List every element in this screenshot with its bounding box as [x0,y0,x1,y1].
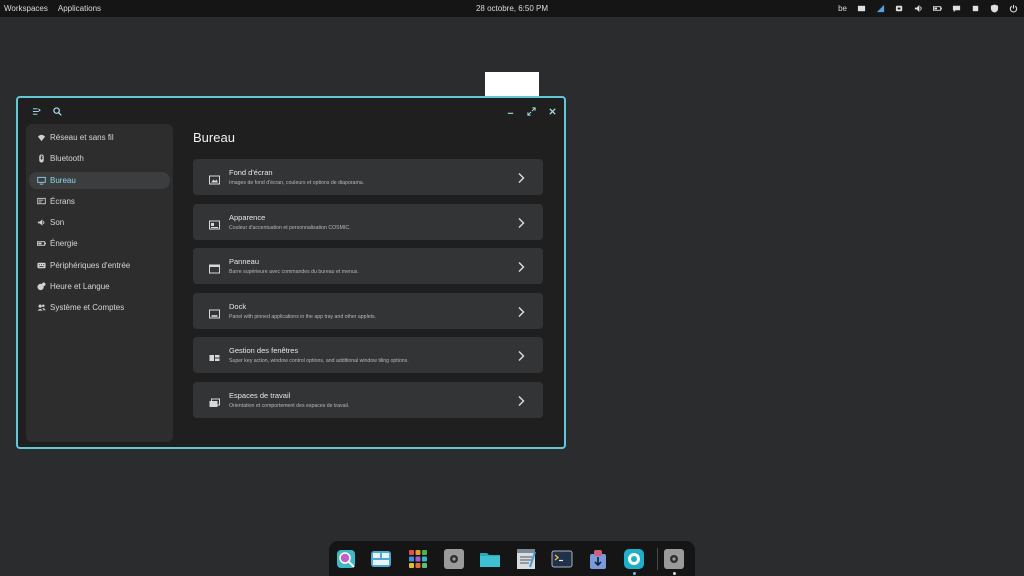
sidebar-item-label: Son [50,218,65,228]
running-indicator [673,572,676,575]
chevron-right-icon [517,216,525,228]
battery-icon[interactable] [932,4,942,14]
chevron-right-icon [517,349,525,361]
desktop-icon [36,175,46,185]
card-subtitle: Images de fond d'écran, couleurs et opti… [229,180,365,186]
sidebar-toggle-icon[interactable] [30,105,42,117]
sidebar-item-bluetooth[interactable]: Bluetooth [29,150,170,167]
sidebar-item-label: Réseau et sans fil [50,133,114,142]
network-signal-icon[interactable] [875,4,885,14]
chevron-right-icon [517,305,525,317]
chevron-right-icon [517,394,525,406]
notifications-icon[interactable] [894,4,904,14]
maximize-icon[interactable] [525,105,537,117]
settings-icon[interactable] [443,548,465,570]
display-icon[interactable] [856,4,866,14]
dock [329,541,695,576]
card-title: Dock [229,301,247,311]
terminal-icon[interactable] [551,548,573,570]
sidebar-item-label: Bureau [50,175,76,185]
chevron-right-icon [517,171,525,183]
card-title: Apparence [229,212,266,222]
text-editor-icon[interactable] [515,548,537,570]
card-subtitle: Barre supérieure avec commandes du burea… [229,269,359,275]
dock-icon [209,306,220,318]
sidebar-item-label: Périphériques d'entrée [50,260,131,270]
store-icon[interactable] [587,548,609,570]
chat-icon[interactable] [951,4,961,14]
top-panel: Workspaces Applications 28 octobre, 6:50… [0,0,1024,17]
dock-separator [657,548,658,570]
cosmic-settings-icon[interactable] [623,548,645,570]
sidebar-item-input-devices[interactable]: Périphériques d'entrée [29,257,170,274]
sidebar-item-label: Système et Comptes [50,303,125,313]
wallpaper-icon [209,172,220,185]
card-subtitle: Couleur d'accentuation et personnalisati… [229,224,351,231]
sidebar-item-displays[interactable]: Écrans [29,193,170,210]
sidebar-item-time-language[interactable]: Heure et Langue [29,278,170,295]
users-icon [36,303,46,313]
card-subtitle: Panel with pinned applications in the ap… [229,313,377,320]
settings-window: Réseau et sans fil Bluetooth Bureau Écra… [16,96,566,449]
files-icon[interactable] [479,548,501,570]
card-title: Gestion des fenêtres [229,346,299,355]
card-subtitle: Super key action, window control options… [229,358,409,364]
settings-card-appearance[interactable]: Apparence Couleur d'accentuation et pers… [193,203,543,240]
keyboard-icon [36,260,46,270]
settings-sidebar: Réseau et sans fil Bluetooth Bureau Écra… [26,124,173,442]
settings-card-dock[interactable]: Dock Panel with pinned applications in t… [193,292,543,329]
sidebar-item-desktop[interactable]: Bureau [29,171,170,189]
panel-icon [209,261,220,274]
search-icon[interactable] [51,105,63,117]
settings-card-workspaces[interactable]: Espaces de travail Orientation et compor… [193,381,543,418]
shield-icon[interactable] [989,4,999,14]
card-title: Espaces de travail [229,390,291,400]
clock-language-icon [36,282,46,292]
keyboard-layout-indicator[interactable]: be [838,4,847,13]
displays-icon [36,196,46,206]
sidebar-item-sound[interactable]: Son [29,214,170,231]
sidebar-item-system-accounts[interactable]: Système et Comptes [29,299,170,316]
page-title: Bureau [193,130,235,145]
appearance-icon [209,217,220,229]
sidebar-item-power[interactable]: Énergie [29,235,170,252]
white-window-fragment [485,72,539,97]
sidebar-item-label: Écrans [50,196,75,206]
settings-running-icon[interactable] [663,548,685,570]
sound-icon [36,218,46,228]
settings-card-panel[interactable]: Panneau Barre supérieure avec commandes … [193,248,543,284]
sidebar-item-network[interactable]: Réseau et sans fil [29,129,170,146]
window-header [18,98,564,124]
card-title: Fond d'écran [229,168,273,177]
volume-icon[interactable] [913,4,923,14]
minimize-icon[interactable] [504,105,516,117]
bluetooth-icon [36,154,46,164]
wifi-icon [36,133,46,143]
sidebar-item-label: Énergie [50,239,78,249]
battery-icon [36,239,46,249]
active-indicator [633,572,636,575]
workspaces-overview-icon[interactable] [370,548,392,570]
launcher-icon[interactable] [335,548,357,570]
chevron-right-icon [517,260,525,272]
notification-bell-icon[interactable] [970,4,980,14]
workspaces-icon [209,395,220,407]
app-library-icon[interactable] [407,548,429,570]
sidebar-item-label: Heure et Langue [50,282,110,292]
close-icon[interactable] [546,105,558,117]
sidebar-item-label: Bluetooth [50,154,84,164]
settings-card-wallpaper[interactable]: Fond d'écran Images de fond d'écran, cou… [193,159,543,195]
card-title: Panneau [229,257,260,266]
window-management-icon [209,350,220,361]
card-subtitle: Orientation et comportement des espaces … [229,402,350,409]
power-icon[interactable] [1008,4,1018,14]
settings-card-window-management[interactable]: Gestion des fenêtres Super key action, w… [193,337,543,373]
clock[interactable]: 28 octobre, 6:50 PM [476,4,548,13]
